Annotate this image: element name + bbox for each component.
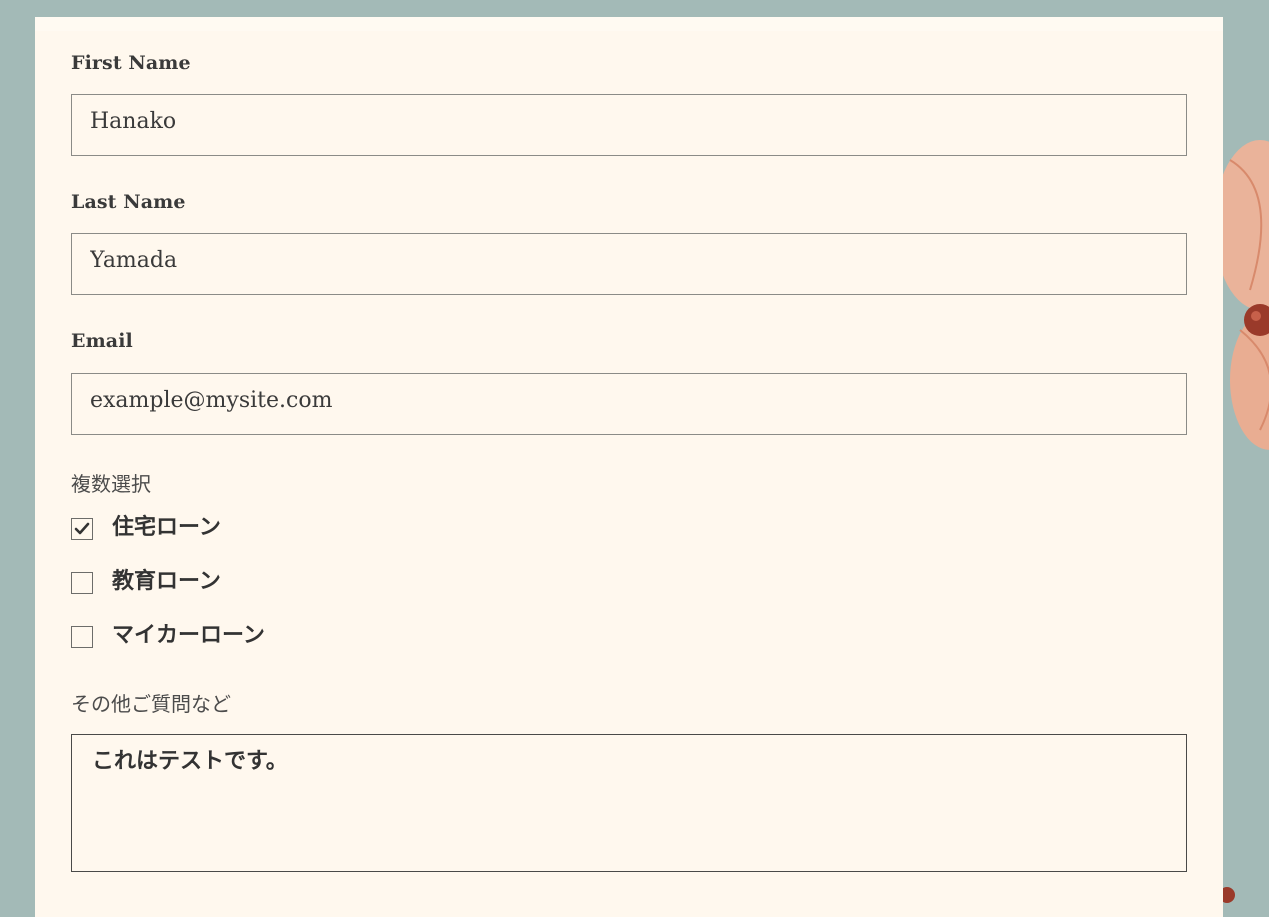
checkbox-label: 教育ローン bbox=[112, 568, 221, 594]
first-name-label: First Name bbox=[71, 52, 191, 74]
card-top-border bbox=[35, 17, 1223, 31]
checkbox-option-car-loan[interactable]: マイカーローン bbox=[71, 618, 265, 648]
last-name-label: Last Name bbox=[71, 191, 186, 213]
first-name-input[interactable] bbox=[71, 94, 1187, 156]
checkbox-label: マイカーローン bbox=[112, 622, 265, 648]
questions-textarea[interactable]: これはテストです。 bbox=[71, 734, 1187, 872]
multi-select-label: 複数選択 bbox=[71, 472, 151, 496]
checkbox-option-housing-loan[interactable]: 住宅ローン bbox=[71, 510, 221, 540]
checkbox[interactable] bbox=[71, 518, 93, 540]
checkbox[interactable] bbox=[71, 572, 93, 594]
check-icon bbox=[74, 522, 90, 535]
email-label: Email bbox=[71, 330, 133, 352]
checkbox[interactable] bbox=[71, 626, 93, 648]
checkbox-label: 住宅ローン bbox=[112, 514, 221, 540]
questions-label: その他ご質問など bbox=[71, 692, 231, 716]
last-name-input[interactable] bbox=[71, 233, 1187, 295]
checkbox-option-education-loan[interactable]: 教育ローン bbox=[71, 564, 221, 594]
email-input[interactable] bbox=[71, 373, 1187, 435]
form-card: First Name Last Name Email 複数選択 住宅ローン 教育… bbox=[35, 17, 1223, 917]
